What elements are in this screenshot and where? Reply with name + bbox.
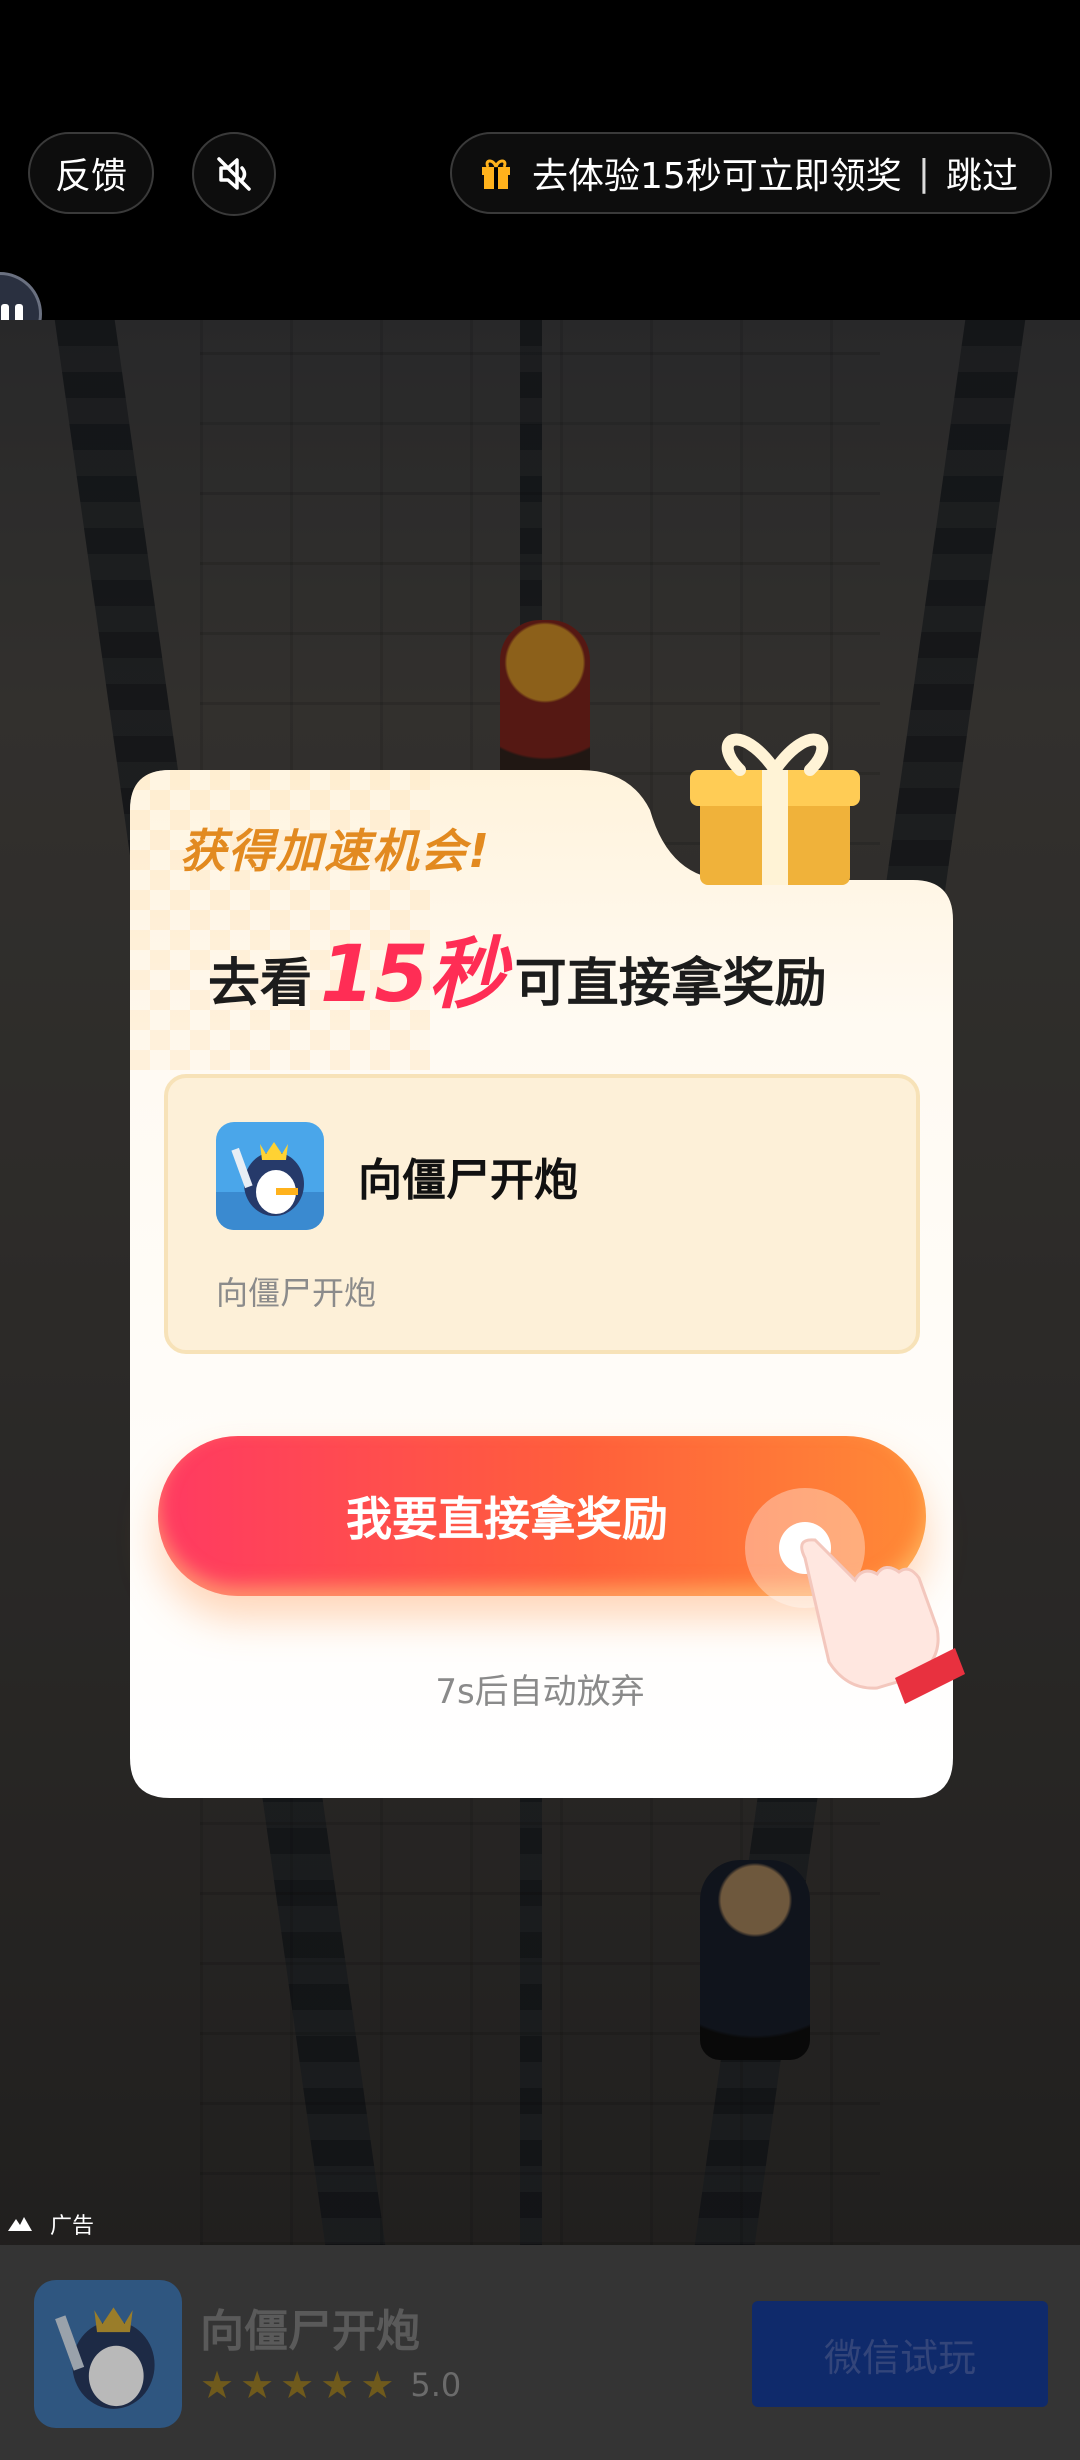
bottom-app-bar: 向僵尸开炮 ★ ★ ★ ★ ★ 5.0 微信试玩 xyxy=(0,2245,1080,2460)
speaker-muted-icon xyxy=(217,157,251,191)
skip-bar[interactable]: 去体验15秒可立即领奖 | 跳过 xyxy=(450,132,1052,214)
gift-box-illustration xyxy=(690,733,860,885)
app-icon xyxy=(216,1122,324,1230)
bottom-app-icon[interactable] xyxy=(34,2280,182,2428)
subheadline-highlight: 15秒 xyxy=(320,912,507,1024)
auto-dismiss-countdown: 7s后自动放弃 xyxy=(435,1672,645,1712)
skip-separator: | xyxy=(917,152,930,194)
feedback-button[interactable]: 反馈 xyxy=(28,132,154,214)
ad-logo-icon xyxy=(8,2217,32,2231)
wechat-play-label: 微信试玩 xyxy=(823,2335,976,2380)
popup-subheadline: 去看 15秒 可直接拿奖励 xyxy=(208,912,827,1024)
star-icon: ★ xyxy=(320,2363,355,2407)
app-info-box: 向僵尸开炮 向僵尸开炮 xyxy=(164,1074,920,1354)
bottom-app-name: 向僵尸开炮 xyxy=(200,2306,420,2357)
ad-label-text: 广告 xyxy=(50,2214,95,2239)
star-icon: ★ xyxy=(280,2363,315,2407)
skip-reward-text: 去体验15秒可立即领奖 xyxy=(532,156,902,197)
wechat-play-button[interactable]: 微信试玩 xyxy=(752,2301,1048,2407)
gift-icon xyxy=(482,159,510,189)
popup-headline: 获得加速机会! xyxy=(180,824,491,878)
feedback-label: 反馈 xyxy=(54,156,127,197)
skip-label[interactable]: 跳过 xyxy=(946,147,1018,199)
ad-label: 广告 xyxy=(6,2208,94,2240)
star-icon: ★ xyxy=(360,2363,395,2407)
rating-value: 5.0 xyxy=(410,2366,462,2404)
claim-reward-label: 我要直接拿奖励 xyxy=(346,1492,668,1546)
subheadline-suffix: 可直接拿奖励 xyxy=(514,954,827,1014)
app-title: 向僵尸开炮 xyxy=(358,1155,578,1206)
rating-stars: ★ ★ ★ ★ ★ 5.0 xyxy=(200,2363,461,2407)
app-subtitle: 向僵尸开炮 xyxy=(216,1274,377,1312)
mute-button[interactable] xyxy=(192,132,276,216)
subheadline-prefix: 去看 xyxy=(208,954,313,1014)
star-icon: ★ xyxy=(240,2363,275,2407)
star-icon: ★ xyxy=(200,2363,235,2407)
